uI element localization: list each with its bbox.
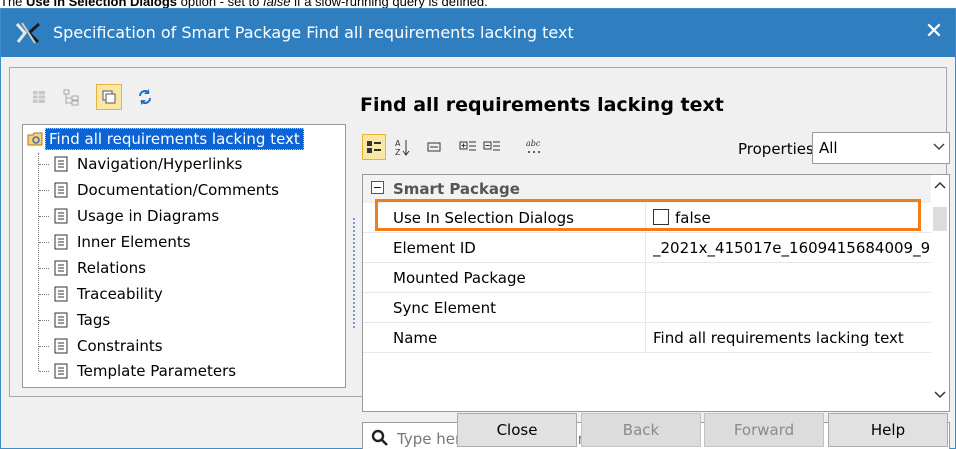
properties-label: Properties: [738,140,819,158]
properties-toolbar: AZ abc Properties: All [362,130,950,168]
tree-item[interactable]: Relations [53,255,146,281]
category-row[interactable]: − Smart Package [363,175,931,203]
search-icon [371,429,388,446]
category-label: Smart Package [393,180,520,198]
property-value[interactable]: false [653,209,931,227]
property-row[interactable]: Use In Selection Dialogs false [363,203,931,233]
svg-text:Z: Z [395,148,401,156]
caption-text: The Use in Selection Dialogs option - se… [0,0,488,9]
spelling-icon[interactable]: abc [522,134,546,160]
navigation-tree[interactable]: Find all requirements lacking text Navig… [22,124,346,388]
page-title: Find all requirements lacking text [360,94,724,116]
pane-splitter[interactable] [353,218,357,328]
chevron-down-icon [933,139,945,155]
page-icon [54,156,68,172]
description-icon[interactable] [422,134,446,160]
tree-item-label: Usage in Diagrams [77,207,220,225]
scroll-down-icon[interactable] [934,389,946,403]
page-icon [54,338,68,354]
tree-item-label: Relations [77,259,146,277]
property-value[interactable]: Find all requirements lacking text [653,329,931,347]
tree-connector [39,216,49,217]
page-icon [54,182,68,198]
sort-alphabetical-icon[interactable]: AZ [390,134,414,160]
tree-item[interactable]: Documentation/Comments [53,177,279,203]
tree-root-item[interactable]: Find all requirements lacking text [27,126,304,152]
title-bar[interactable]: Specification of Smart Package Find all … [1,9,955,57]
property-row[interactable]: Element ID _2021x_415017e_1609415684009_… [363,233,931,263]
back-button[interactable]: Back [581,413,701,447]
table-view-icon[interactable] [26,84,52,110]
window-title: Specification of Smart Package Find all … [53,23,574,42]
tree-connector [39,371,49,372]
tree-connector [39,164,49,165]
app-logo-icon [15,22,41,44]
svg-text:A: A [395,139,401,148]
screenshot: The Use in Selection Dialogs option - se… [0,0,956,449]
tree-connector [39,320,49,321]
tree-connector [39,268,49,269]
page-icon [54,312,68,328]
dialog-body: Find all requirements lacking text Navig… [9,67,950,449]
tree-item-label: Navigation/Hyperlinks [77,155,243,173]
property-row[interactable]: Name Find all requirements lacking text [363,323,931,353]
hierarchy-icon[interactable] [58,84,84,110]
tree-item-label: Traceability [77,285,163,303]
expand-all-icon[interactable] [456,134,480,160]
properties-grid: − Smart Package Use In Selection Dialogs… [362,174,950,412]
scrollbar-thumb[interactable] [933,207,947,231]
tree-root-label: Find all requirements lacking text [45,128,304,150]
page-icon [54,260,68,276]
tree-item-label: Documentation/Comments [77,181,279,199]
property-row[interactable]: Sync Element [363,293,931,323]
property-value[interactable]: _2021x_415017e_1609415684009_96 [653,239,931,257]
specification-dialog: Specification of Smart Package Find all … [0,8,956,449]
tree-item[interactable]: Tags [53,307,110,333]
property-name: Mounted Package [393,269,526,287]
property-name: Sync Element [393,299,497,317]
property-name: Use In Selection Dialogs [393,209,574,227]
property-name: Name [393,329,438,347]
tree-connector [39,294,49,295]
checkbox-value-label: false [675,209,711,227]
close-window-icon[interactable]: ✕ [919,17,949,47]
smart-package-icon [27,132,43,146]
categorized-view-icon[interactable] [362,134,386,160]
forward-button[interactable]: Forward [704,413,824,447]
tree-connector [39,242,49,243]
help-button[interactable]: Help [828,413,948,447]
tree-item[interactable]: Navigation/Hyperlinks [53,151,242,177]
tree-connector [39,346,49,347]
collapse-category-icon[interactable]: − [371,181,384,194]
tree-item[interactable]: Template Parameters [53,358,236,384]
tree-item[interactable]: Constraints [53,333,163,359]
property-name: Element ID [393,239,476,257]
properties-filter-value: All [819,139,838,157]
close-button[interactable]: Close [457,413,577,447]
refresh-icon[interactable] [132,84,158,110]
page-icon [54,363,68,379]
tree-item-label: Template Parameters [77,362,237,380]
use-in-selection-checkbox[interactable] [653,209,669,225]
property-row[interactable]: Mounted Package [363,263,931,293]
page-icon [54,286,68,302]
properties-filter-select[interactable]: All [812,132,950,164]
tree-connector [38,153,39,371]
copy-view-icon[interactable] [96,84,122,110]
tree-item-label: Inner Elements [77,233,191,251]
tree-item[interactable]: Inner Elements [53,229,191,255]
svg-text:abc: abc [526,139,541,148]
properties-scrollbar[interactable] [931,175,949,411]
collapse-all-icon[interactable] [480,134,504,160]
tree-item[interactable]: Traceability [53,281,163,307]
tree-item-label: Constraints [77,337,163,355]
tree-connector [39,190,49,191]
page-icon [54,234,68,250]
tree-item[interactable]: Usage in Diagrams [53,203,219,229]
page-icon [54,208,68,224]
tree-item-label: Tags [77,311,111,329]
scroll-up-icon[interactable] [934,179,946,193]
